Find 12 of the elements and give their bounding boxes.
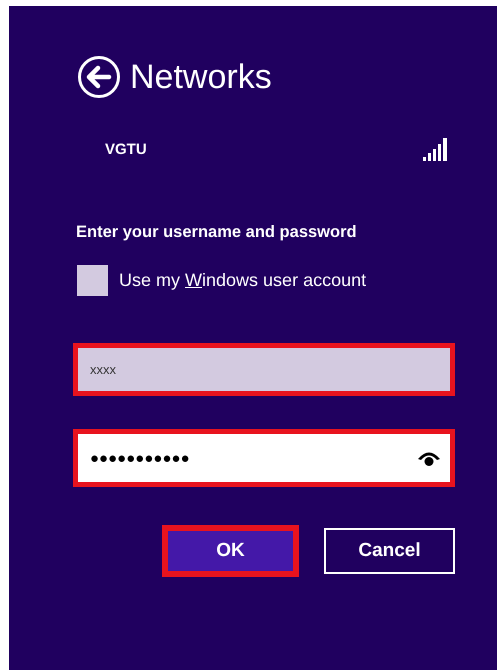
prompt-text: Enter your username and password xyxy=(76,223,358,242)
username-field[interactable]: xxxx xyxy=(73,343,455,396)
password-field[interactable]: ●●●●●●●●●●● xyxy=(73,429,455,487)
ok-button[interactable]: OK xyxy=(162,525,299,577)
checkbox-label: Use my Windows user account xyxy=(119,270,366,291)
back-button[interactable] xyxy=(77,55,121,99)
eye-icon[interactable] xyxy=(417,450,441,466)
signal-icon xyxy=(423,138,449,161)
network-name: VGTU xyxy=(105,141,147,158)
cancel-button[interactable]: Cancel xyxy=(324,528,455,574)
checkbox[interactable] xyxy=(77,265,108,296)
page-title: Networks xyxy=(130,57,272,98)
